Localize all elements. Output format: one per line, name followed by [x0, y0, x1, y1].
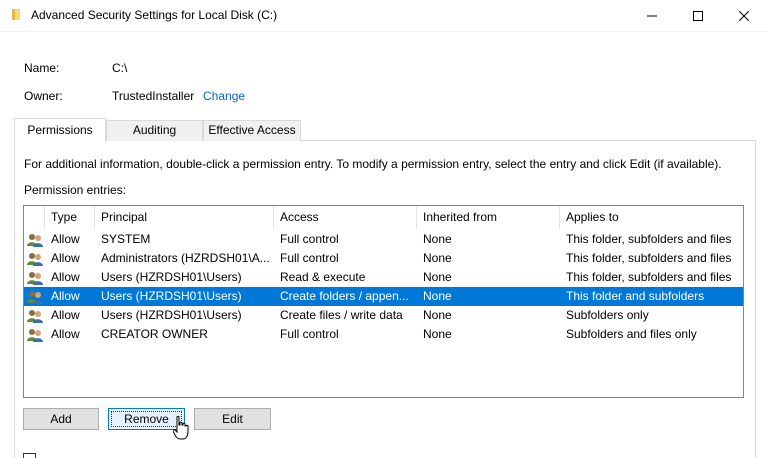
cell-applies-to: This folder, subfolders and files: [566, 251, 732, 265]
close-button[interactable]: [721, 0, 767, 31]
column-header-access[interactable]: Access: [274, 206, 417, 229]
maximize-button[interactable]: [675, 0, 721, 31]
cell-type: Allow: [51, 232, 80, 246]
cell-principal: SYSTEM: [101, 232, 151, 246]
users-icon: [27, 272, 43, 285]
cell-principal: Users (HZRDSH01\Users): [101, 308, 242, 322]
tab-auditing[interactable]: Auditing: [106, 120, 203, 141]
users-icon: [27, 253, 43, 266]
column-header-type[interactable]: Type: [45, 206, 95, 229]
replace-permissions-checkbox[interactable]: [23, 453, 36, 458]
cell-type: Allow: [51, 308, 80, 322]
maximize-icon: [693, 10, 703, 21]
column-header-principal[interactable]: Principal: [95, 206, 274, 229]
cell-applies-to: This folder, subfolders and files: [566, 270, 732, 284]
minimize-button[interactable]: [629, 0, 675, 31]
cell-applies-to: This folder and subfolders: [566, 289, 705, 303]
cell-type: Allow: [51, 270, 80, 284]
edit-button[interactable]: Edit: [194, 408, 271, 430]
column-header-icon: [24, 206, 45, 229]
table-row[interactable]: Allow Users (HZRDSH01\Users) Create folder…: [24, 287, 743, 306]
focus-ring: [111, 411, 182, 427]
table-row[interactable]: Allow SYSTEM Full control None This folder, …: [24, 230, 743, 249]
owner-label: Owner:: [24, 89, 63, 103]
users-icon: [27, 234, 43, 247]
cell-access: Create files / write data: [280, 308, 403, 322]
cell-access: Read & execute: [280, 270, 366, 284]
close-icon: [739, 10, 749, 21]
cell-type: Allow: [51, 289, 80, 303]
change-owner-link[interactable]: Change: [203, 89, 245, 103]
cell-principal: Users (HZRDSH01\Users): [101, 289, 242, 303]
users-icon: [27, 329, 43, 342]
mouse-cursor-icon: [173, 416, 189, 440]
cell-inherited-from: None: [423, 232, 452, 246]
cell-principal: CREATOR OWNER: [101, 327, 208, 341]
permission-entries-list[interactable]: Type Principal Access Inherited from App…: [23, 205, 744, 398]
table-row[interactable]: Allow Administrators (HZRDSH01\A... Full c…: [24, 249, 743, 268]
tab-permissions[interactable]: Permissions: [14, 118, 106, 142]
users-icon: [27, 291, 43, 304]
owner-value: TrustedInstaller: [112, 89, 195, 103]
window-title: Advanced Security Settings for Local Dis…: [31, 8, 278, 22]
cell-inherited-from: None: [423, 308, 452, 322]
cell-applies-to: Subfolders and files only: [566, 327, 697, 341]
cell-access: Full control: [280, 251, 339, 265]
permission-entries-label: Permission entries:: [24, 183, 127, 197]
table-row[interactable]: Allow CREATOR OWNER Full control None Subfol…: [24, 325, 743, 344]
cell-inherited-from: None: [423, 327, 452, 341]
cell-principal: Administrators (HZRDSH01\A...: [101, 251, 270, 265]
column-header-applies-to[interactable]: Applies to: [560, 206, 743, 229]
list-header: Type Principal Access Inherited from App…: [24, 206, 743, 229]
tab-effective-access[interactable]: Effective Access: [203, 120, 301, 141]
add-button[interactable]: Add: [23, 408, 99, 430]
cell-applies-to: Subfolders only: [566, 308, 649, 322]
column-header-inherited-from[interactable]: Inherited from: [417, 206, 560, 229]
cell-inherited-from: None: [423, 289, 452, 303]
cell-access: Create folders / appen...: [280, 289, 409, 303]
table-row[interactable]: Allow Users (HZRDSH01\Users) Read & execut…: [24, 268, 743, 287]
folder-icon: [12, 9, 20, 20]
minimize-icon: [647, 15, 657, 16]
name-value: C:\: [112, 61, 128, 75]
cell-type: Allow: [51, 327, 80, 341]
info-text: For additional information, double-click…: [24, 157, 722, 171]
name-label: Name:: [24, 61, 60, 75]
cell-access: Full control: [280, 327, 339, 341]
cell-inherited-from: None: [423, 270, 452, 284]
cell-access: Full control: [280, 232, 339, 246]
cell-principal: Users (HZRDSH01\Users): [101, 270, 242, 284]
users-icon: [27, 310, 43, 323]
cell-applies-to: This folder, subfolders and files: [566, 232, 732, 246]
title-bar: Advanced Security Settings for Local Dis…: [0, 0, 767, 31]
cell-inherited-from: None: [423, 251, 452, 265]
table-row[interactable]: Allow Users (HZRDSH01\Users) Create files …: [24, 306, 743, 325]
cell-type: Allow: [51, 251, 80, 265]
